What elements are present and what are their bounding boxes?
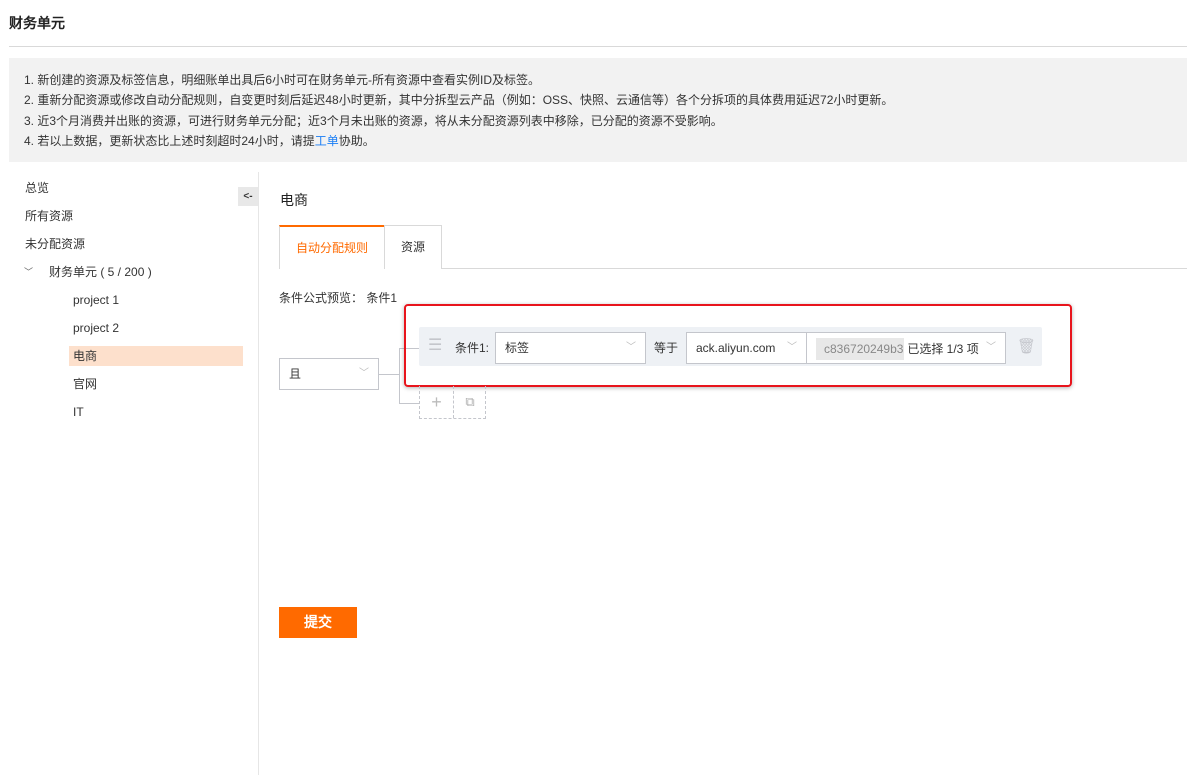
sidebar-item-overview[interactable]: 总览 bbox=[25, 178, 49, 198]
notice-line: 1. 新创建的资源及标签信息，明细账单出具后6小时可在财务单元-所有资源中查看实… bbox=[24, 73, 541, 87]
notice-line: 4. 若以上数据，更新状态比上述时刻超时24小时，请提工单协助。 bbox=[24, 131, 1187, 151]
submit-button[interactable]: 提交 bbox=[279, 607, 357, 638]
preview-value: 条件1 bbox=[366, 291, 398, 305]
sidebar-item-website[interactable]: 官网 bbox=[73, 374, 97, 394]
divider bbox=[9, 46, 1187, 47]
collapse-sidebar-button[interactable]: <- bbox=[238, 187, 258, 206]
logic-select[interactable]: 且 ﹀ bbox=[279, 358, 379, 390]
notice-line: 3. 近3个月消费并出账的资源，可进行财务单元分配；近3个月未出账的资源，将从未… bbox=[24, 113, 723, 128]
notice-text: 协助。 bbox=[338, 133, 375, 148]
unit-heading: 电商 bbox=[280, 192, 308, 208]
connector-line bbox=[378, 374, 399, 375]
chevron-down-icon: ﹀ bbox=[359, 368, 369, 379]
preview-label: 条件公式预览： bbox=[279, 291, 364, 305]
notice-box: 1. 新创建的资源及标签信息，明细账单出具后6小时可在财务单元-所有资源中查看实… bbox=[9, 58, 1187, 162]
ticket-link[interactable]: 工单 bbox=[315, 134, 339, 148]
logic-select-value: 且 bbox=[289, 367, 302, 381]
highlight-box bbox=[404, 304, 1072, 387]
sidebar-item-project-1[interactable]: project 1 bbox=[73, 290, 119, 310]
sidebar-item-unallocated[interactable]: 未分配资源 bbox=[25, 234, 85, 254]
page-title: 财务单元 bbox=[9, 15, 65, 31]
sidebar-item-project-2[interactable]: project 2 bbox=[73, 318, 119, 338]
copy-condition-icon[interactable]: ⧉ bbox=[454, 386, 486, 418]
tab-resources[interactable]: 资源 bbox=[384, 225, 442, 269]
add-condition-icon[interactable]: + bbox=[420, 386, 454, 418]
sidebar-item-it[interactable]: IT bbox=[73, 402, 84, 422]
sidebar-item-all-resources[interactable]: 所有资源 bbox=[25, 206, 73, 226]
sidebar-divider bbox=[258, 172, 259, 775]
connector-line bbox=[399, 348, 400, 404]
notice-line: 2. 重新分配资源或修改自动分配规则，自变更时刻后延迟48小时更新，其中分拆型云… bbox=[24, 93, 894, 108]
chevron-down-icon[interactable]: ﹀ bbox=[24, 262, 33, 282]
tab-auto-rules[interactable]: 自动分配规则 bbox=[279, 225, 385, 269]
formula-preview: 条件公式预览： 条件1 bbox=[279, 289, 397, 306]
connector-line bbox=[399, 403, 419, 404]
add-actions: + ⧉ bbox=[419, 386, 486, 419]
notice-text: 4. 若以上数据，更新状态比上述时刻超时24小时，请提 bbox=[24, 133, 315, 148]
sidebar-item-ecommerce[interactable]: 电商 bbox=[69, 346, 243, 366]
sidebar-group-finance-units[interactable]: 财务单元 ( 5 / 200 ) bbox=[49, 262, 152, 282]
